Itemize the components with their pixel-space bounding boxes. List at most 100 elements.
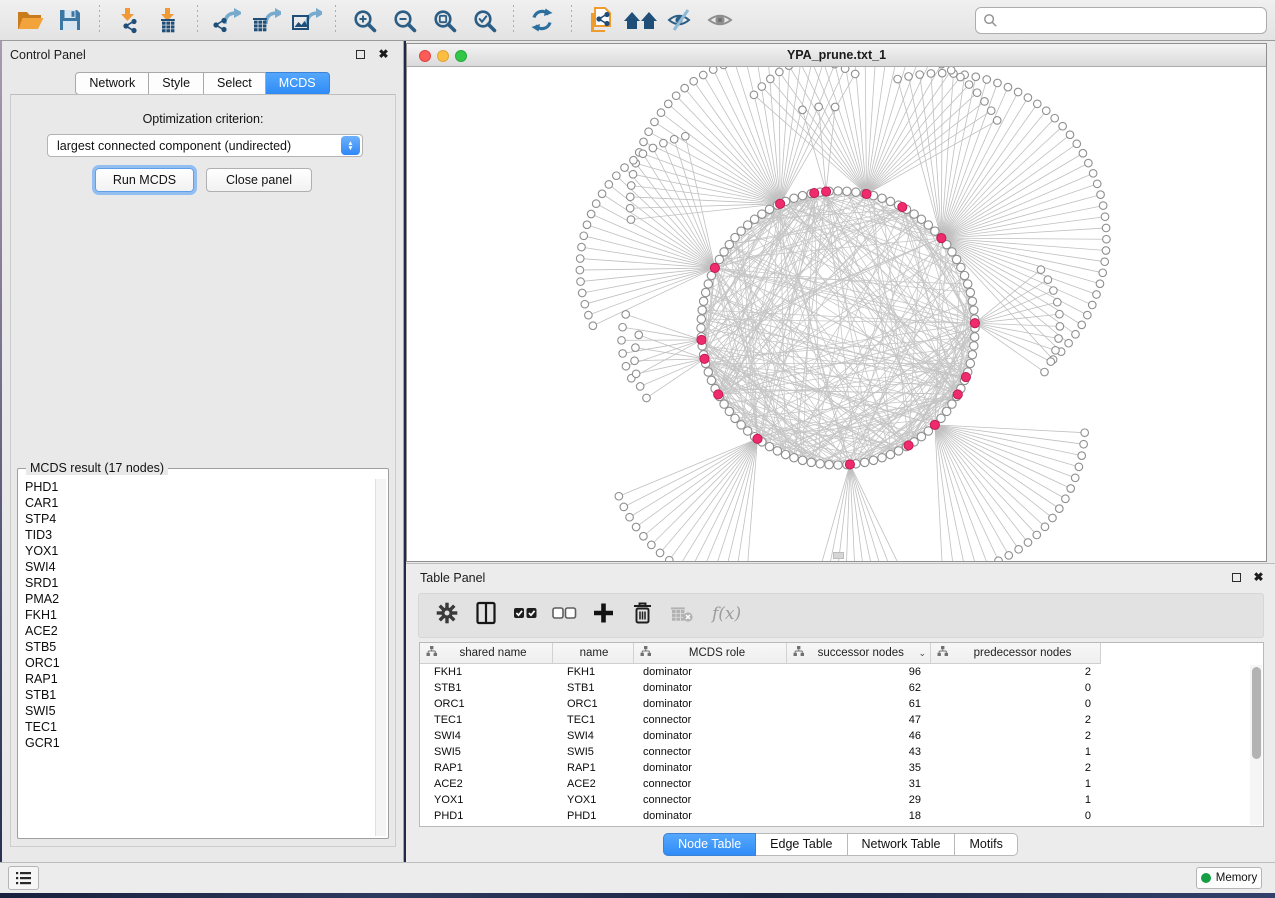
run-mcds-button[interactable]: Run MCDS	[95, 168, 194, 192]
column-header-successor-nodes[interactable]: successor nodes⌄	[787, 643, 931, 664]
mcds-node-item[interactable]: FKH1	[20, 607, 374, 623]
cell: 2	[931, 712, 1101, 728]
table-row[interactable]: YOX1YOX1connector291	[420, 792, 1249, 808]
cell: FKH1	[553, 664, 634, 680]
export-image-button[interactable]	[286, 3, 326, 37]
deselect-all-icon	[552, 600, 577, 631]
table-row[interactable]: SWI4SWI4dominator462	[420, 728, 1249, 744]
zoom-in-icon	[352, 8, 377, 33]
search-box[interactable]	[975, 7, 1267, 34]
close-table-panel-icon[interactable]: ✖	[1252, 571, 1265, 584]
mcds-node-item[interactable]: TID3	[20, 527, 374, 543]
mcds-node-item[interactable]: SWI5	[20, 703, 374, 719]
table-row[interactable]: FKH1FKH1dominator962	[420, 664, 1249, 680]
memory-button[interactable]: Memory	[1196, 867, 1262, 889]
tab-edge-table[interactable]: Edge Table	[756, 833, 847, 856]
cell: connector	[634, 744, 787, 760]
mcds-node-item[interactable]: CAR1	[20, 495, 374, 511]
tab-style[interactable]: Style	[149, 72, 204, 95]
zoom-fit-content-button[interactable]	[424, 3, 464, 37]
close-panel-button[interactable]: Close panel	[206, 168, 312, 192]
table-row[interactable]: RAP1RAP1dominator352	[420, 760, 1249, 776]
tab-mcds[interactable]: MCDS	[266, 72, 330, 95]
column-header-predecessor-nodes[interactable]: predecessor nodes	[931, 643, 1101, 664]
toolbar-separator	[190, 5, 204, 35]
tab-node-table[interactable]: Node Table	[663, 833, 756, 856]
column-header-MCDS-role[interactable]: MCDS role	[634, 643, 787, 664]
canvas-splitter-grip[interactable]	[833, 552, 844, 559]
open-file-button[interactable]	[10, 3, 50, 37]
table-row[interactable]: TEC1TEC1connector472	[420, 712, 1249, 728]
mcds-node-item[interactable]: PHD1	[20, 479, 374, 495]
column-header-name[interactable]: name	[553, 643, 634, 664]
criterion-dropdown[interactable]: largest connected component (undirected)…	[47, 134, 363, 157]
cell: STB1	[553, 680, 634, 696]
toolbar-separator	[92, 5, 106, 35]
table-row[interactable]: STB1STB1dominator620	[420, 680, 1249, 696]
network-window-titlebar[interactable]: YPA_prune.txt_1	[407, 44, 1266, 67]
cell: STB1	[420, 680, 553, 696]
tab-network-table[interactable]: Network Table	[848, 833, 956, 856]
float-table-panel-icon[interactable]	[1230, 571, 1243, 584]
show-all-nodes-edges-button[interactable]	[700, 3, 740, 37]
table-scrollbar[interactable]	[1250, 665, 1262, 825]
hide-selected-button[interactable]	[660, 3, 700, 37]
table-row[interactable]: ORC1ORC1dominator610	[420, 696, 1249, 712]
first-neighbors-of-selected-button[interactable]	[620, 3, 660, 37]
export-table-button[interactable]	[246, 3, 286, 37]
mcds-node-item[interactable]: YOX1	[20, 543, 374, 559]
select-all-rows-button[interactable]	[512, 599, 538, 633]
mcds-node-item[interactable]: STB5	[20, 639, 374, 655]
export-table-icon	[251, 7, 281, 34]
zoom-out-button[interactable]	[384, 3, 424, 37]
mcds-node-item[interactable]: ORC1	[20, 655, 374, 671]
apply-preferred-layout-button[interactable]	[522, 3, 562, 37]
import-network-from-file-button[interactable]	[108, 3, 148, 37]
cell: dominator	[634, 808, 787, 824]
mcds-node-item[interactable]: GCR1	[20, 735, 374, 751]
table-scrollbar-thumb[interactable]	[1252, 667, 1261, 759]
optimization-criterion-label: Optimization criterion:	[11, 112, 395, 126]
zoom-in-button[interactable]	[344, 3, 384, 37]
node-table: shared namenameMCDS rolesuccessor nodes⌄…	[419, 642, 1264, 827]
zoom-selected-region-button[interactable]	[464, 3, 504, 37]
mcds-node-item[interactable]: TEC1	[20, 719, 374, 735]
search-icon	[983, 13, 998, 28]
doc-network-icon	[587, 6, 613, 34]
deselect-all-rows-button[interactable]	[551, 599, 577, 633]
mcds-tab-content: Optimization criterion: largest connecte…	[10, 94, 396, 847]
mcds-node-item[interactable]: RAP1	[20, 671, 374, 687]
export-network-button[interactable]	[206, 3, 246, 37]
mcds-node-item[interactable]: SRD1	[20, 575, 374, 591]
mcds-node-item[interactable]: STB1	[20, 687, 374, 703]
mcds-node-item[interactable]: SWI4	[20, 559, 374, 575]
cell: 1	[931, 792, 1101, 808]
column-header-shared-name[interactable]: shared name	[420, 643, 553, 664]
delete-columns-button[interactable]	[629, 599, 655, 633]
mcds-node-item[interactable]: ACE2	[20, 623, 374, 639]
new-network-from-selection-button[interactable]	[580, 3, 620, 37]
import-table-from-file-button[interactable]	[148, 3, 188, 37]
float-panel-icon[interactable]	[354, 48, 367, 61]
tab-select[interactable]: Select	[204, 72, 266, 95]
tab-network[interactable]: Network	[75, 72, 149, 95]
task-history-button[interactable]	[8, 866, 39, 890]
mcds-list-scrollbar[interactable]	[375, 479, 386, 836]
cell: 96	[787, 664, 931, 680]
tab-motifs[interactable]: Motifs	[955, 833, 1017, 856]
control-panel: Control Panel ✖ NetworkStyleSelectMCDS O…	[2, 41, 404, 862]
column-visibility-button[interactable]	[473, 599, 499, 633]
table-row[interactable]: PHD1PHD1dominator180	[420, 808, 1249, 824]
search-input[interactable]	[998, 11, 1266, 31]
import-network-icon	[114, 7, 142, 34]
eye-show-icon	[706, 7, 734, 33]
mcds-node-item[interactable]: PMA2	[20, 591, 374, 607]
close-panel-icon[interactable]: ✖	[377, 48, 390, 61]
create-new-column-button[interactable]	[590, 599, 616, 633]
table-row[interactable]: SWI5SWI5connector431	[420, 744, 1249, 760]
save-session-button[interactable]	[50, 3, 90, 37]
network-canvas[interactable]	[407, 67, 1266, 561]
mcds-node-item[interactable]: STP4	[20, 511, 374, 527]
table-row[interactable]: ACE2ACE2connector311	[420, 776, 1249, 792]
table-settings-button[interactable]	[434, 599, 460, 633]
